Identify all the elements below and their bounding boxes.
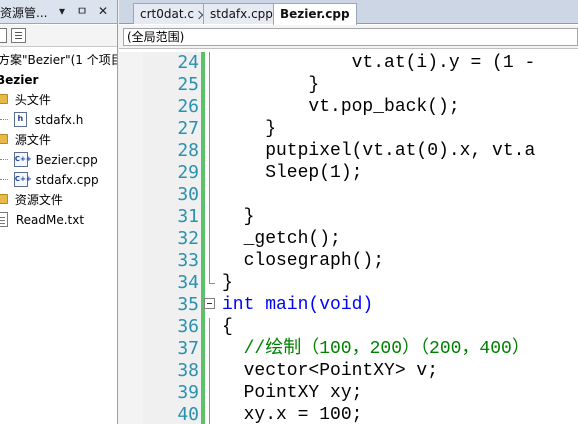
- code-text: PointXY xy;: [222, 383, 363, 403]
- code-line: 29 Sleep(1);: [119, 162, 578, 184]
- line-number: 36: [177, 316, 199, 337]
- text-file-icon: [0, 212, 8, 227]
- code-editor: crt0dat.c stdafx.cpp Bezier.cpp (全局范围) 2…: [119, 0, 578, 424]
- document-tabs: crt0dat.c stdafx.cpp Bezier.cpp: [119, 0, 578, 25]
- pin-icon[interactable]: ㅁ: [74, 3, 90, 20]
- line-number: 24: [177, 52, 199, 73]
- file-readme[interactable]: ReadMe.txt: [0, 209, 84, 229]
- show-all-files-icon[interactable]: [11, 28, 26, 43]
- code-text: vt.at(i).y = (1 -: [222, 53, 536, 73]
- code-line: 34 }: [119, 272, 578, 294]
- folder-resources[interactable]: 资源文件: [0, 189, 63, 209]
- line-number: 34: [177, 272, 199, 293]
- code-text: }: [222, 119, 277, 139]
- line-number: 26: [177, 96, 199, 117]
- line-number: 29: [177, 162, 199, 183]
- cpp-file-icon: C++: [13, 152, 32, 167]
- code-text: closegraph();: [222, 251, 385, 271]
- line-number: 38: [177, 360, 199, 381]
- code-text: }: [222, 273, 233, 293]
- code-text: xy.x = 100;: [222, 405, 363, 424]
- cpp-file-icon: C++: [13, 172, 32, 187]
- file-stdafx-cpp[interactable]: C++ stdafx.cpp: [0, 169, 99, 189]
- code-line: 28 putpixel(vt.at(0).x, vt.a: [119, 140, 578, 162]
- code-line: 39 PointXY xy;: [119, 382, 578, 404]
- code-text: int main(void): [222, 295, 374, 315]
- code-line: 24 vt.at(i).y = (1 -: [119, 52, 578, 74]
- file-bezier-cpp[interactable]: C++ Bezier.cpp: [0, 149, 98, 169]
- close-icon[interactable]: ✕: [95, 3, 111, 20]
- solution-explorer-titlebar: 资源管... ▾ ㅁ ✕: [0, 0, 117, 24]
- line-number: 37: [177, 338, 199, 359]
- code-line: 33 closegraph();: [119, 250, 578, 272]
- line-number: 30: [177, 184, 199, 205]
- line-number: 35: [177, 294, 199, 315]
- folder-sources[interactable]: 源文件: [0, 129, 51, 149]
- code-text: vt.pop_back();: [222, 97, 460, 117]
- line-number: 28: [177, 140, 199, 161]
- code-comment: //绘制（100，200）（200，400）: [222, 339, 530, 359]
- file-stdafx-h[interactable]: h stdafx.h: [0, 109, 83, 129]
- header-file-icon: h: [13, 112, 27, 127]
- folder-icon: [0, 193, 8, 204]
- solution-explorer-toolbar: [0, 25, 117, 47]
- code-text: Sleep(1);: [222, 163, 363, 183]
- line-number: 31: [177, 206, 199, 227]
- code-text: putpixel(vt.at(0).x, vt.a: [222, 141, 536, 161]
- code-line: 25 }: [119, 74, 578, 96]
- tab-crt0dat-c[interactable]: crt0dat.c: [133, 3, 209, 24]
- solution-explorer-title: 资源管...: [0, 6, 48, 20]
- line-number: 27: [177, 118, 199, 139]
- line-number: 32: [177, 228, 199, 249]
- dropdown-arrow-icon[interactable]: ▾: [54, 3, 70, 20]
- code-line: 31 }: [119, 206, 578, 228]
- code-line: 35 int main(void): [119, 294, 578, 316]
- line-number: 40: [177, 404, 199, 424]
- line-number: 39: [177, 382, 199, 403]
- code-text: {: [222, 317, 233, 337]
- project-node[interactable]: Bezier: [0, 69, 38, 89]
- collapse-icon[interactable]: [204, 298, 215, 309]
- code-line: 40 xy.x = 100;: [119, 404, 578, 424]
- code-line: 36 {: [119, 316, 578, 338]
- scope-dropdown[interactable]: (全局范围): [123, 28, 578, 46]
- code-line: 27 }: [119, 118, 578, 140]
- code-line: 30: [119, 184, 578, 206]
- folder-headers[interactable]: 头文件: [0, 89, 51, 109]
- code-text: }: [222, 75, 320, 95]
- code-area[interactable]: 24 vt.at(i).y = (1 - 25 } 26 vt.pop_back…: [119, 52, 578, 424]
- folder-icon: [0, 93, 8, 104]
- tab-bezier-cpp[interactable]: Bezier.cpp: [273, 3, 357, 25]
- code-line: 37 //绘制（100，200）（200，400）: [119, 338, 578, 360]
- solution-explorer-panel: 资源管... ▾ ㅁ ✕ 方案"Bezier"(1 个项目 Bezier 头文件…: [0, 0, 118, 424]
- solution-node[interactable]: 方案"Bezier"(1 个项目: [0, 49, 117, 69]
- code-text: vector<PointXY> v;: [222, 361, 439, 381]
- code-line: 26 vt.pop_back();: [119, 96, 578, 118]
- code-line: 38 vector<PointXY> v;: [119, 360, 578, 382]
- navigation-bar: (全局范围): [119, 25, 578, 49]
- code-text: }: [222, 207, 255, 227]
- code-line: 32 _getch();: [119, 228, 578, 250]
- chevron-right-icon: [194, 10, 204, 19]
- code-text: _getch();: [222, 229, 341, 249]
- line-number: 33: [177, 250, 199, 271]
- properties-icon[interactable]: [0, 28, 7, 43]
- folder-icon: [0, 133, 8, 144]
- line-number: 25: [177, 74, 199, 95]
